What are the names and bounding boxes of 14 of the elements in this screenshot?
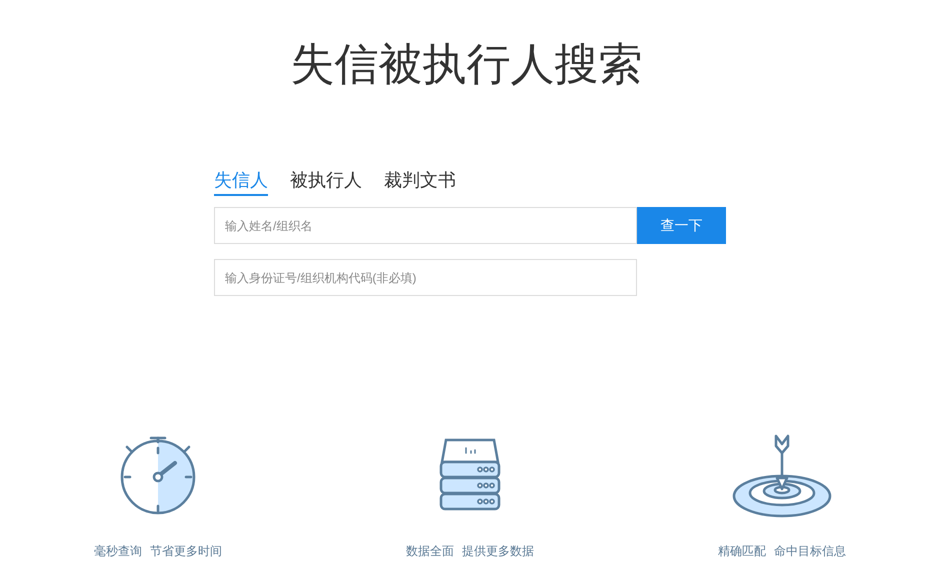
feature-title: 精确匹配 <box>718 543 766 560</box>
search-tab[interactable]: 裁判文书 <box>384 168 456 196</box>
feature-subtitle: 节省更多时间 <box>150 543 222 560</box>
search-tab[interactable]: 被执行人 <box>290 168 362 196</box>
id-input-field[interactable]: 输入身份证号/组织机构代码(非必填) <box>214 259 637 296</box>
feature-subtitle: 命中目标信息 <box>774 543 846 560</box>
feature-title: 毫秒查询 <box>94 543 142 560</box>
name-input-field[interactable]: 输入姓名/组织名 <box>214 207 637 244</box>
feature-title: 数据全面 <box>406 543 454 560</box>
search-button[interactable]: 查一下 <box>637 207 726 244</box>
search-tab[interactable]: 失信人 <box>214 168 268 196</box>
feature-subtitle: 提供更多数据 <box>462 543 534 560</box>
page-title: 失信被执行人搜索 <box>290 39 644 91</box>
target-with-arrow-icon <box>730 434 834 518</box>
